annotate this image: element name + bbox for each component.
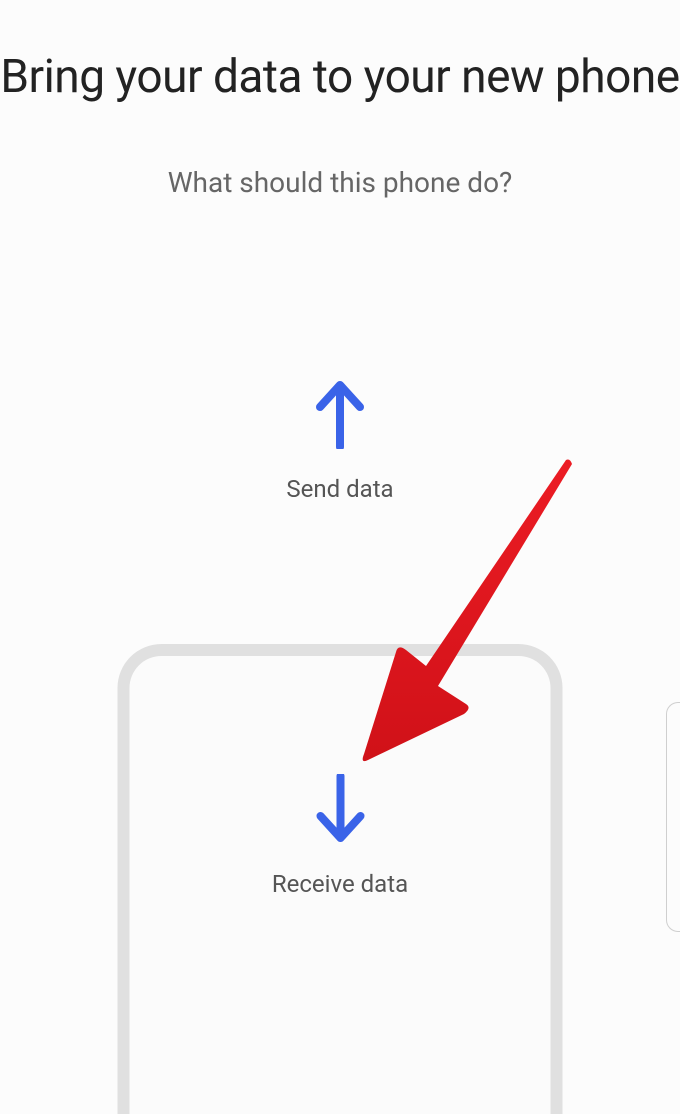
- side-panel-edge: [666, 702, 680, 932]
- arrow-down-icon: [312, 774, 368, 844]
- page-subtitle: What should this phone do?: [168, 166, 513, 199]
- receive-data-option[interactable]: Receive data: [118, 644, 563, 1114]
- receive-data-label: Receive data: [272, 870, 408, 898]
- phone-frame-graphic: Receive data: [118, 644, 563, 1114]
- send-data-option[interactable]: Send data: [286, 379, 393, 503]
- setup-screen: Bring your data to your new phone What s…: [0, 0, 680, 1114]
- arrow-up-icon: [312, 379, 368, 449]
- page-title: Bring your data to your new phone: [0, 48, 679, 108]
- send-data-label: Send data: [286, 475, 393, 503]
